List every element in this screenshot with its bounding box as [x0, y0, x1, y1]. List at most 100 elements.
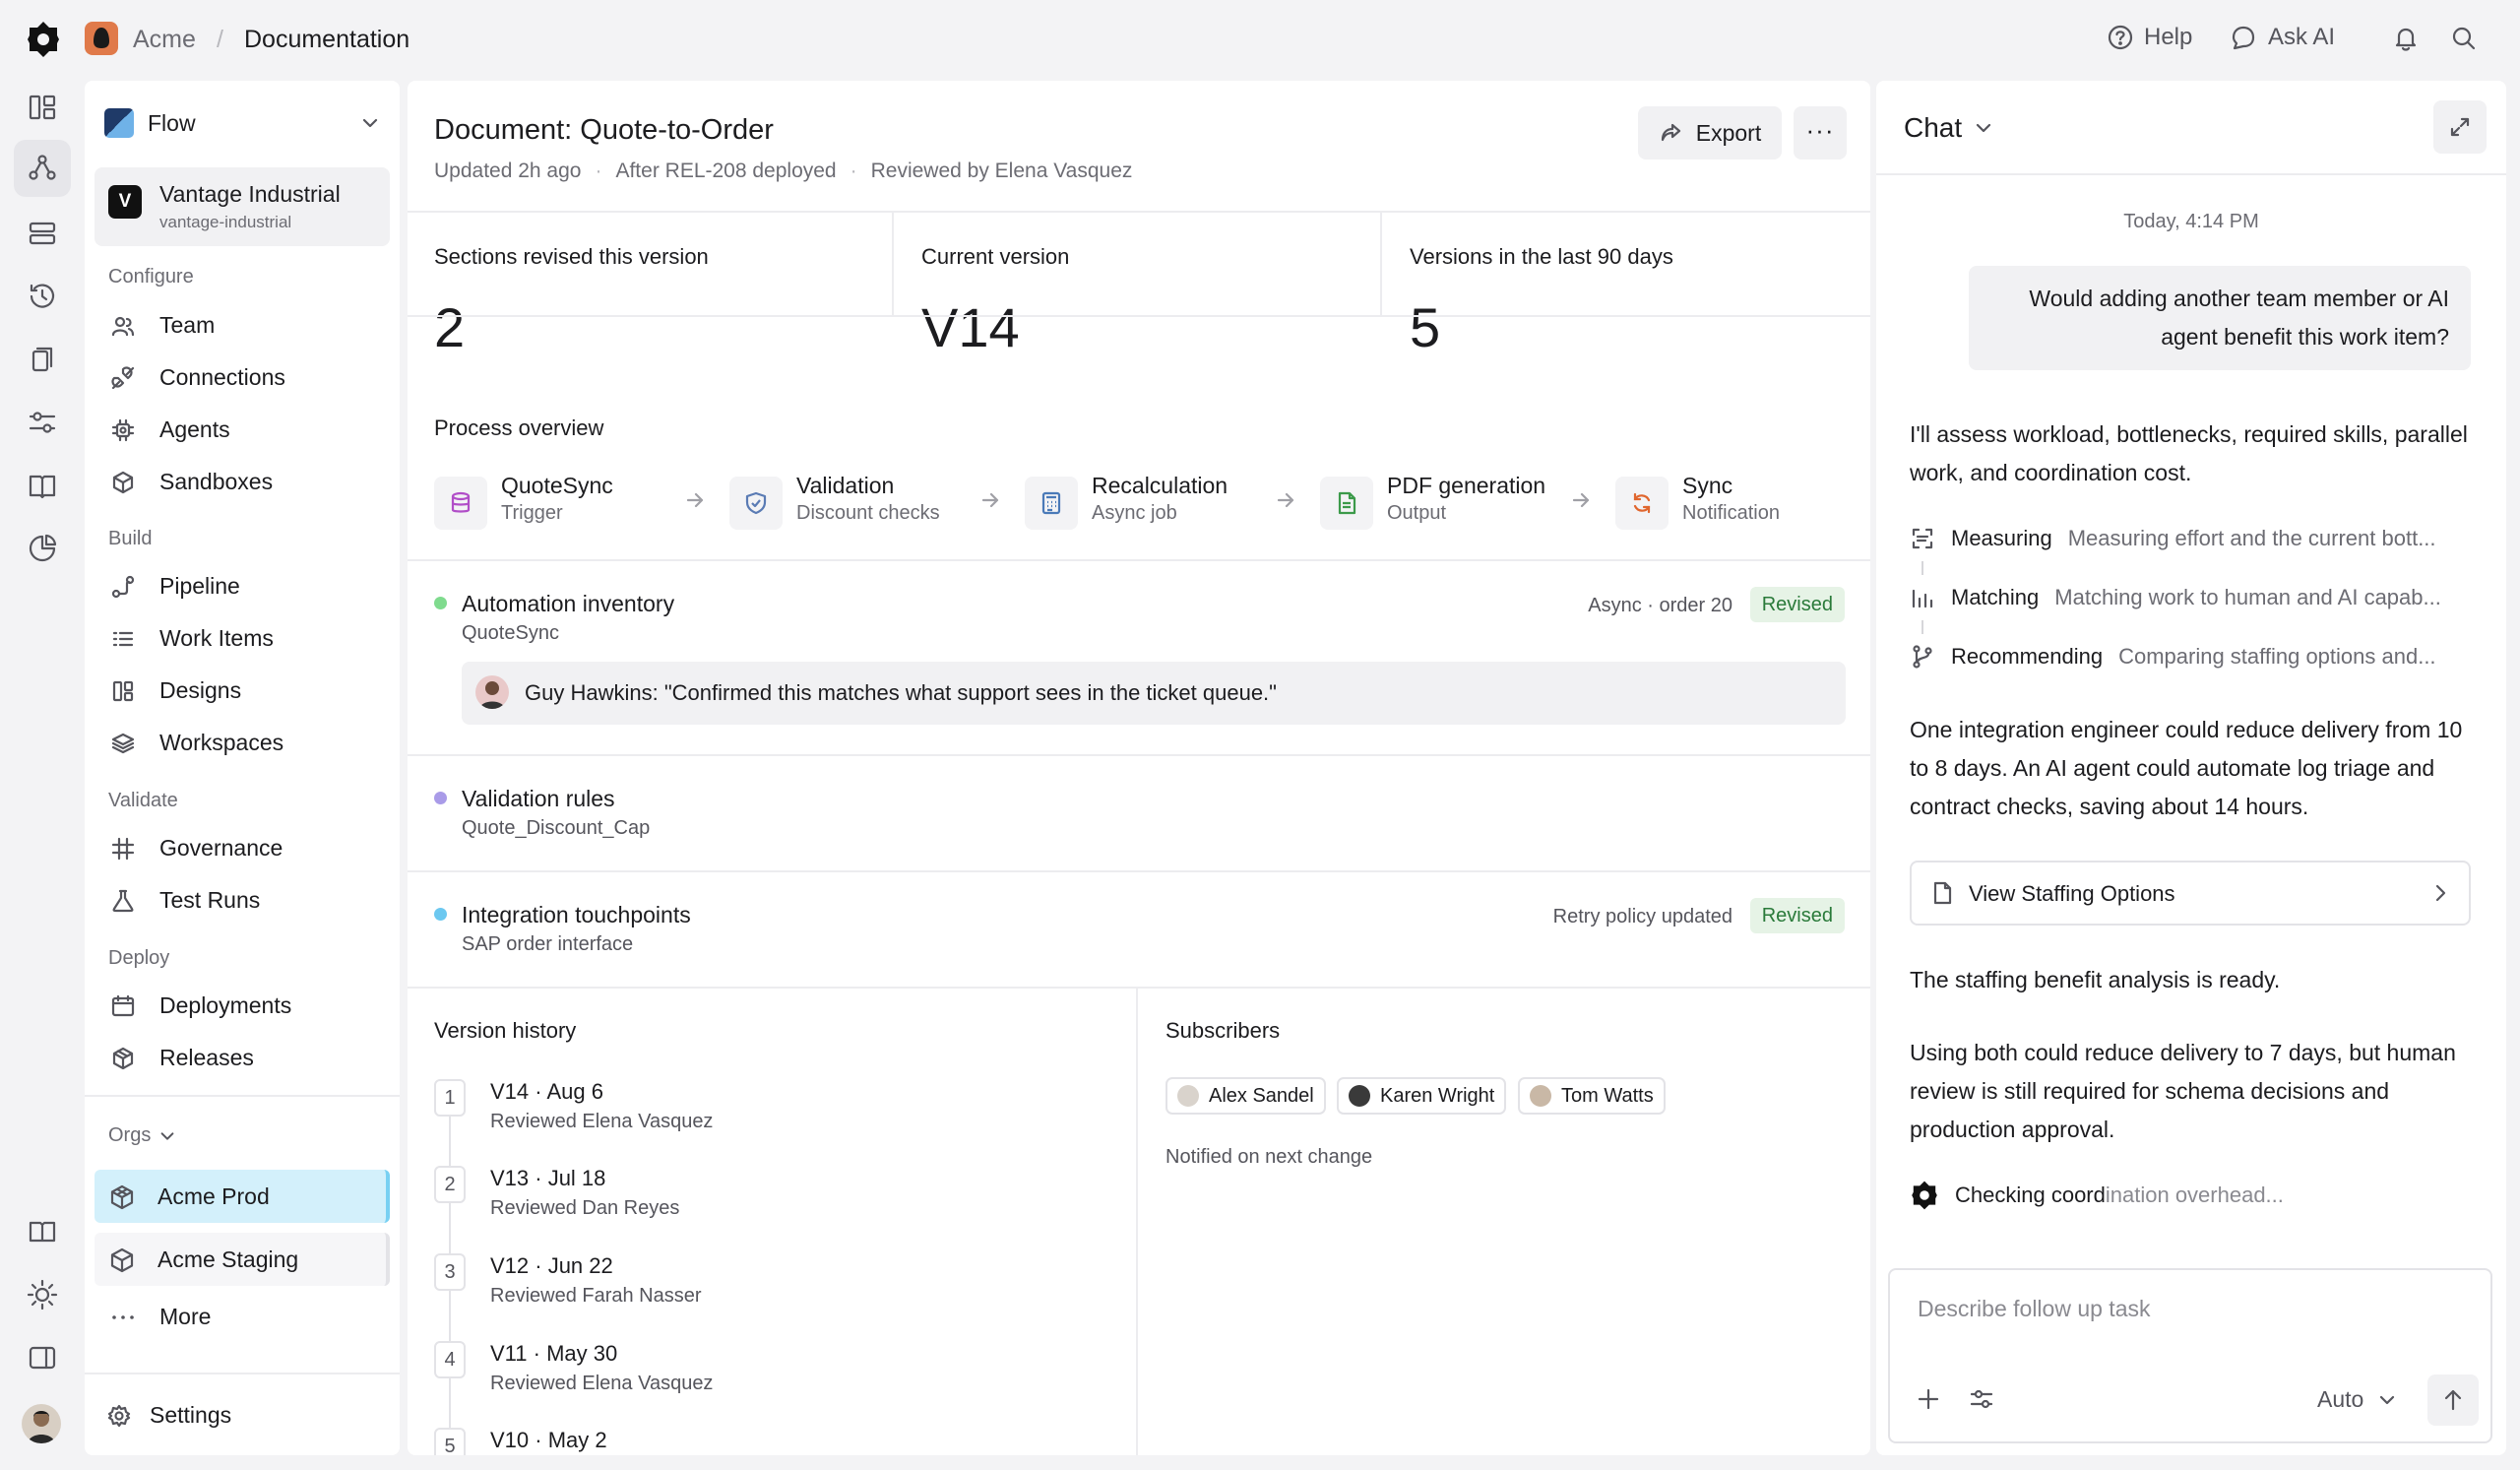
notified-note: Notified on next change — [1166, 1146, 1373, 1168]
version-reviewer: Reviewed Elena Vasquez — [490, 1373, 714, 1394]
item-title[interactable]: Automation inventory — [462, 591, 674, 617]
sidebar-item-work-items[interactable]: Work Items — [94, 613, 390, 663]
process-step[interactable]: Sync Notification — [1615, 473, 1832, 532]
sidebar-item-designs[interactable]: Designs — [94, 666, 390, 715]
subscriber-name: Alex Sandel — [1209, 1084, 1314, 1107]
sidebar: Flow V Vantage Industrial vantage-indust… — [85, 81, 400, 1455]
process-overview-title: Process overview — [434, 415, 604, 440]
divider — [1876, 173, 2506, 175]
plus-icon[interactable] — [1916, 1386, 1941, 1412]
sidebar-item-pipeline[interactable]: Pipeline — [94, 561, 390, 610]
item-title[interactable]: Validation rules — [462, 786, 615, 812]
subscriber-chip[interactable]: Karen Wright — [1337, 1077, 1507, 1115]
version-title[interactable]: V12 · Jun 22 — [490, 1253, 613, 1279]
export-button[interactable]: Export — [1638, 106, 1782, 160]
rail-theme-sun-icon[interactable] — [26, 1278, 59, 1311]
avatar — [1349, 1085, 1370, 1107]
process-step[interactable]: PDF generation Output — [1320, 473, 1556, 532]
arrow-right-icon — [1277, 492, 1294, 508]
version-number: 3 — [434, 1253, 466, 1291]
more-options-button[interactable]: ··· — [1794, 106, 1847, 160]
sidebar-item-connections[interactable]: Connections — [94, 352, 390, 402]
notifications-bell-icon[interactable] — [2392, 24, 2420, 53]
send-button[interactable] — [2427, 1374, 2479, 1426]
view-staffing-options-button[interactable]: View Staffing Options — [1910, 861, 2471, 926]
rail-panel-toggle-icon[interactable] — [26, 1341, 59, 1374]
help-label: Help — [2144, 24, 2193, 50]
process-step[interactable]: Validation Discount checks — [729, 473, 966, 532]
chat-input-placeholder[interactable]: Describe follow up task — [1918, 1296, 2151, 1322]
section-build: Build — [108, 528, 153, 549]
orgs-toggle[interactable]: Orgs — [108, 1124, 176, 1147]
meta-reviewer: Reviewed by Elena Vasquez — [870, 160, 1133, 182]
item-title[interactable]: Integration touchpoints — [462, 902, 691, 928]
rail-settings-sliders-icon[interactable] — [26, 406, 59, 439]
arrow-right-icon — [686, 492, 704, 508]
breadcrumb-org[interactable]: Acme — [133, 26, 196, 54]
search-icon[interactable] — [2451, 26, 2477, 51]
subscriber-chip[interactable]: Alex Sandel — [1166, 1077, 1326, 1115]
sidebar-item-label: Work Items — [159, 624, 274, 651]
account-card[interactable]: V Vantage Industrial vantage-industrial — [94, 167, 390, 246]
settings-button[interactable]: Settings — [94, 1390, 390, 1439]
flow-selector[interactable]: Flow — [104, 100, 380, 146]
item-subtitle: Quote_Discount_Cap — [462, 817, 651, 839]
version-title[interactable]: V11 · May 30 — [490, 1341, 617, 1367]
expand-button[interactable] — [2433, 100, 2487, 154]
version-title[interactable]: V10 · May 2 — [490, 1428, 607, 1453]
assistant-message: The staffing benefit analysis is ready. — [1910, 967, 2281, 992]
rail-chart-pie-icon[interactable] — [26, 532, 59, 565]
step-desc: Matching work to human and AI capab... — [2054, 585, 2441, 609]
help-button[interactable]: Help — [2107, 24, 2192, 51]
account-badge: V — [108, 185, 142, 219]
sidebar-item-label: Releases — [159, 1044, 254, 1070]
rail-flow-icon[interactable] — [26, 152, 59, 185]
rail-history-icon[interactable] — [26, 280, 59, 313]
version-title[interactable]: V14 · Aug 6 — [490, 1079, 603, 1105]
version-reviewer: Reviewed Elena Vasquez — [490, 1111, 714, 1132]
sidebar-item-releases[interactable]: Releases — [94, 1033, 390, 1082]
org-item-acme-prod[interactable]: Acme Prod — [94, 1170, 390, 1223]
gear-icon — [107, 1404, 131, 1428]
version-title[interactable]: V13 · Jul 18 — [490, 1166, 605, 1191]
sidebar-item-sandboxes[interactable]: Sandboxes — [94, 457, 390, 506]
user-avatar[interactable] — [22, 1404, 61, 1443]
chat-panel: Chat Today, 4:14 PM Would adding another… — [1876, 81, 2506, 1455]
app-logo-icon[interactable] — [26, 20, 61, 59]
rail-book-icon[interactable] — [26, 469, 59, 502]
sidebar-item-more[interactable]: More — [94, 1292, 390, 1341]
sidebar-item-workspaces[interactable]: Workspaces — [94, 718, 390, 767]
chat-timestamp: Today, 4:14 PM — [2123, 211, 2259, 232]
model-label: Auto — [2317, 1386, 2364, 1412]
version-history-title: Version history — [434, 1018, 577, 1043]
rail-server-icon[interactable] — [26, 217, 59, 250]
process-step[interactable]: Recalculation Async job — [1025, 473, 1241, 532]
divider — [408, 987, 1870, 989]
org-item-acme-staging[interactable]: Acme Staging — [94, 1233, 390, 1286]
step-title: Validation — [796, 473, 895, 498]
team-icon — [111, 316, 135, 337]
list-icon — [112, 631, 134, 647]
sidebar-item-label: Pipeline — [159, 572, 240, 599]
subscriber-chip[interactable]: Tom Watts — [1518, 1077, 1666, 1115]
sidebar-item-deployments[interactable]: Deployments — [94, 981, 390, 1030]
chat-composer[interactable]: Describe follow up task Auto — [1888, 1268, 2492, 1443]
org-avatar[interactable] — [85, 22, 118, 55]
step-subtitle: Output — [1387, 502, 1447, 524]
sidebar-item-test-runs[interactable]: Test Runs — [94, 875, 390, 925]
model-selector[interactable]: Auto — [2317, 1386, 2397, 1413]
more-dots-icon — [112, 1315, 134, 1319]
ask-ai-button[interactable]: Ask AI — [2229, 24, 2335, 51]
rail-docs-icon[interactable] — [26, 1215, 59, 1248]
cube-grid-icon — [110, 1184, 134, 1210]
process-step[interactable]: QuoteSync Trigger — [434, 473, 651, 532]
sidebar-item-governance[interactable]: Governance — [94, 823, 390, 872]
sidebar-item-agents[interactable]: Agents — [94, 405, 390, 454]
rail-copy-icon[interactable] — [26, 343, 59, 376]
chat-title-dropdown[interactable]: Chat — [1904, 112, 1993, 144]
sliders-icon[interactable] — [1969, 1386, 1994, 1412]
branch-icon — [1913, 645, 1932, 669]
sidebar-item-team[interactable]: Team — [94, 300, 390, 350]
rail-dashboard-icon[interactable] — [26, 91, 59, 124]
step-subtitle: Discount checks — [796, 502, 940, 524]
